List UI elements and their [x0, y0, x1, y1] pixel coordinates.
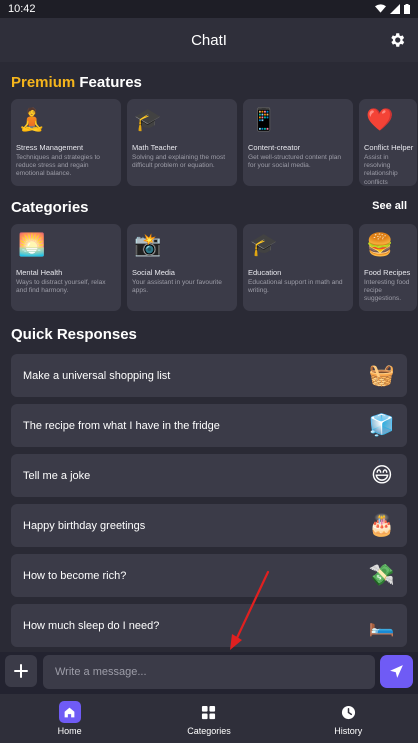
- premium-card-math-teacher[interactable]: 🎓 Math Teacher Solving and explaining th…: [127, 99, 237, 186]
- quick-response-item[interactable]: How much sleep do I need? 🛏️: [11, 604, 407, 647]
- category-cards-row[interactable]: 🌅 Mental Health Ways to distract yoursel…: [11, 224, 417, 311]
- category-card-education[interactable]: 🎓 Education Educational support in math …: [243, 224, 353, 311]
- signal-icon: [390, 4, 400, 14]
- quick-response-text: How to become rich?: [23, 569, 127, 582]
- card-desc: Solving and explaining the most difficul…: [132, 154, 226, 170]
- status-time: 10:42: [8, 3, 36, 15]
- app-title: ChatI: [191, 31, 227, 49]
- quick-responses-title: Quick Responses: [11, 326, 137, 343]
- card-desc: Get well-structured content plan for you…: [248, 154, 342, 170]
- mental-health-icon: 🌅: [18, 232, 46, 257]
- card-title: Content-creator: [248, 143, 301, 152]
- gear-icon: [391, 33, 405, 47]
- card-title: Mental Health: [16, 268, 63, 277]
- premium-accent: Premium: [11, 74, 76, 91]
- see-all-link[interactable]: See all: [372, 200, 407, 212]
- cake-icon: 🎂: [368, 513, 396, 537]
- social-media-icon: 📸: [134, 232, 162, 257]
- phone-icon: 📱: [250, 107, 278, 132]
- nav-categories[interactable]: Categories: [169, 701, 249, 736]
- premium-rest: Features: [75, 74, 142, 91]
- quick-response-item[interactable]: Tell me a joke 😄: [11, 454, 407, 497]
- quick-response-item[interactable]: The recipe from what I have in the fridg…: [11, 404, 407, 447]
- card-title: Social Media: [132, 268, 175, 277]
- home-icon: [58, 701, 81, 723]
- quick-responses-list: Make a universal shopping list 🧺 The rec…: [11, 354, 407, 647]
- grid-icon: [198, 701, 220, 723]
- send-button[interactable]: [380, 655, 413, 688]
- card-desc: Educational support in math and writing.: [248, 279, 343, 295]
- bottom-nav: Home Categories History: [0, 694, 418, 743]
- money-icon: 💸: [368, 563, 396, 587]
- smile-icon: 😄: [371, 464, 393, 487]
- quick-response-item[interactable]: How to become rich? 💸: [11, 554, 407, 597]
- fridge-icon: 🧊: [368, 413, 396, 437]
- quick-response-text: How much sleep do I need?: [23, 619, 160, 632]
- quick-response-item[interactable]: Make a universal shopping list 🧺: [11, 354, 407, 397]
- message-input[interactable]: [43, 655, 375, 689]
- clock-icon: [337, 701, 359, 723]
- meditation-icon: 🧘: [18, 107, 46, 132]
- premium-card-content-creator[interactable]: 📱 Content-creator Get well-structured co…: [243, 99, 353, 186]
- settings-button[interactable]: [386, 29, 408, 51]
- nav-home[interactable]: Home: [30, 701, 110, 736]
- graduation-cap-icon: 🎓: [250, 232, 278, 257]
- quick-response-text: Tell me a joke: [23, 469, 91, 482]
- premium-cards-row[interactable]: 🧘 Stress Management Techniques and strat…: [11, 99, 417, 186]
- category-card-food-recipes[interactable]: 🍔 Food Recipes Interesting food recipe s…: [359, 224, 417, 311]
- battery-icon: [404, 4, 410, 14]
- card-desc: Assist in resolving relationship conflic…: [364, 154, 398, 186]
- premium-card-stress-management[interactable]: 🧘 Stress Management Techniques and strat…: [11, 99, 121, 186]
- heart-icon: ❤️: [366, 107, 394, 132]
- attach-button[interactable]: [5, 655, 37, 687]
- status-bar: 10:42: [0, 0, 418, 18]
- burger-icon: 🍔: [366, 232, 394, 257]
- quick-response-text: Happy birthday greetings: [23, 519, 146, 532]
- card-desc: Techniques and strategies to reduce stre…: [16, 154, 100, 178]
- nav-label: Home: [57, 726, 82, 736]
- quick-response-text: The recipe from what I have in the fridg…: [23, 419, 220, 432]
- card-title: Education: [248, 268, 282, 277]
- nav-label: Categories: [187, 726, 231, 736]
- card-title: Stress Management: [16, 143, 84, 152]
- card-title: Conflict Helper: [364, 143, 414, 152]
- premium-card-conflict-helper[interactable]: ❤️ Conflict Helper Assist in resolving r…: [359, 99, 417, 186]
- message-composer: [0, 652, 418, 694]
- card-desc: Interesting food recipe suggestions.: [364, 279, 410, 303]
- quick-response-item[interactable]: Happy birthday greetings 🎂: [11, 504, 407, 547]
- graduation-cap-icon: 🎓: [134, 107, 162, 132]
- wifi-icon: [375, 4, 386, 13]
- plus-icon: [14, 664, 28, 678]
- card-title: Food Recipes: [364, 268, 411, 277]
- categories-title: Categories: [11, 199, 89, 216]
- card-desc: Ways to distract yourself, relax and fin…: [16, 279, 106, 295]
- status-icons: [375, 4, 410, 14]
- app-bar: ChatI: [0, 18, 418, 62]
- card-title: Math Teacher: [132, 143, 178, 152]
- nav-label: History: [334, 726, 363, 736]
- send-icon: [390, 665, 403, 678]
- premium-features-title: Premium Features: [11, 74, 142, 91]
- basket-icon: 🧺: [368, 363, 396, 387]
- card-desc: Your assistant in your favourite apps.: [132, 279, 222, 295]
- category-card-social-media[interactable]: 📸 Social Media Your assistant in your fa…: [127, 224, 237, 311]
- category-card-mental-health[interactable]: 🌅 Mental Health Ways to distract yoursel…: [11, 224, 121, 311]
- nav-history[interactable]: History: [308, 701, 388, 736]
- quick-response-text: Make a universal shopping list: [23, 369, 171, 382]
- bed-icon: 🛏️: [368, 613, 396, 637]
